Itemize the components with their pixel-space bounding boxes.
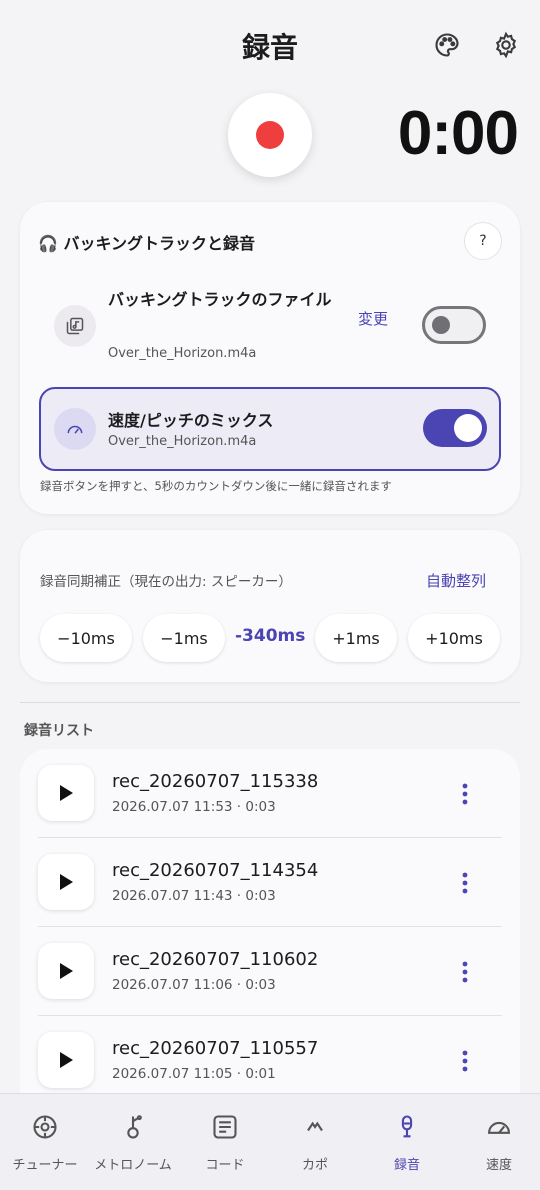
backing-track-toggle[interactable] (422, 306, 486, 344)
nav-metronome[interactable]: メトロノーム (88, 1094, 178, 1190)
nav-tuner-label: チューナー (12, 1158, 78, 1173)
speedometer-icon (54, 408, 96, 450)
nav-capo[interactable]: カポ (270, 1094, 360, 1190)
backing-file-row: バッキングトラックのファイル Over_the_Horizon.m4a 変更 (40, 274, 500, 374)
backing-track-title: 🎧 バッキングトラックと録音 (38, 234, 256, 253)
list-item[interactable]: rec_20260707_115338 2026.07.07 11:53 · 0… (20, 749, 520, 838)
change-file-button[interactable]: 変更 (358, 308, 388, 329)
tuner-icon (30, 1112, 60, 1142)
play-button[interactable] (38, 943, 94, 999)
list-item[interactable]: rec_20260707_114354 2026.07.07 11:43 · 0… (20, 838, 520, 927)
more-vert-icon[interactable] (456, 777, 474, 811)
mix-file-name: Over_the_Horizon.m4a (108, 434, 257, 449)
play-icon (60, 1052, 73, 1068)
play-button[interactable] (38, 1032, 94, 1088)
recording-meta: 2026.07.07 11:05 · 0:01 (112, 1066, 276, 1082)
auto-align-button[interactable]: 自動整列 (426, 570, 486, 591)
nav-chord[interactable]: コード (180, 1094, 270, 1190)
backing-file-name: Over_the_Horizon.m4a (108, 346, 257, 361)
recording-timer: 0:00 (397, 99, 519, 168)
nav-tuner[interactable]: チューナー (0, 1094, 90, 1190)
music-library-icon (54, 305, 96, 347)
nav-chord-label: コード (205, 1158, 245, 1173)
metronome-icon (118, 1112, 148, 1142)
chord-icon (210, 1112, 240, 1142)
plus-10ms-button[interactable]: +10ms (408, 614, 500, 662)
record-dot-icon (256, 121, 284, 149)
backing-file-title: バッキングトラックのファイル (108, 290, 332, 309)
list-item[interactable]: rec_20260707_110602 2026.07.07 11:06 · 0… (20, 927, 520, 1016)
nav-recording[interactable]: 録音 (362, 1094, 452, 1190)
sync-correction-label: 録音同期補正（現在の出力: スピーカー） (40, 574, 292, 590)
palette-icon[interactable] (430, 28, 464, 62)
app-header: 録音 (0, 0, 540, 90)
speed-pitch-mix-toggle[interactable] (423, 409, 487, 447)
speedometer-icon (484, 1112, 514, 1142)
sync-offset-value: -340ms (235, 626, 306, 646)
help-button[interactable]: ? (464, 222, 502, 260)
recording-list-label: 録音リスト (24, 723, 94, 739)
recording-name: rec_20260707_110557 (112, 1038, 319, 1059)
recording-meta: 2026.07.07 11:06 · 0:03 (112, 977, 276, 993)
recording-meta: 2026.07.07 11:53 · 0:03 (112, 799, 276, 815)
nav-speed[interactable]: 速度 (454, 1094, 540, 1190)
recording-name: rec_20260707_114354 (112, 860, 319, 881)
bottom-navigation: チューナー メトロノーム コード カポ 録音 速度 (0, 1093, 540, 1190)
more-vert-icon[interactable] (456, 955, 474, 989)
settings-gear-icon[interactable] (489, 28, 523, 62)
nav-capo-label: カポ (301, 1158, 328, 1173)
capo-icon (300, 1112, 330, 1142)
speed-pitch-mix-row: 速度/ピッチのミックス Over_the_Horizon.m4a (39, 387, 501, 471)
minus-1ms-button[interactable]: −1ms (143, 614, 225, 662)
recording-name: rec_20260707_115338 (112, 771, 319, 792)
nav-speed-label: 速度 (485, 1158, 512, 1173)
recording-name: rec_20260707_110602 (112, 949, 319, 970)
backing-track-card: 🎧 バッキングトラックと録音 ? バッキングトラックのファイル Over_the… (20, 202, 520, 514)
mix-title: 速度/ピッチのミックス (108, 411, 274, 430)
nav-metronome-label: メトロノーム (94, 1158, 172, 1173)
play-button[interactable] (38, 765, 94, 821)
list-item[interactable]: rec_20260707_110557 2026.07.07 11:05 · 0… (20, 1016, 520, 1105)
more-vert-icon[interactable] (456, 866, 474, 900)
play-icon (60, 963, 73, 979)
recording-list: rec_20260707_115338 2026.07.07 11:53 · 0… (20, 749, 520, 1109)
countdown-hint: 録音ボタンを押すと、5秒のカウントダウン後に一緒に録音されます (40, 479, 392, 493)
play-icon (60, 874, 73, 890)
record-button[interactable] (228, 93, 312, 177)
microphone-icon (392, 1112, 422, 1142)
nav-recording-label: 録音 (393, 1158, 420, 1173)
minus-10ms-button[interactable]: −10ms (40, 614, 132, 662)
recording-meta: 2026.07.07 11:43 · 0:03 (112, 888, 276, 904)
section-divider (20, 702, 520, 703)
sync-correction-card: 録音同期補正（現在の出力: スピーカー） 自動整列 −10ms −1ms -34… (20, 530, 520, 682)
play-button[interactable] (38, 854, 94, 910)
plus-1ms-button[interactable]: +1ms (315, 614, 397, 662)
play-icon (60, 785, 73, 801)
more-vert-icon[interactable] (456, 1044, 474, 1078)
